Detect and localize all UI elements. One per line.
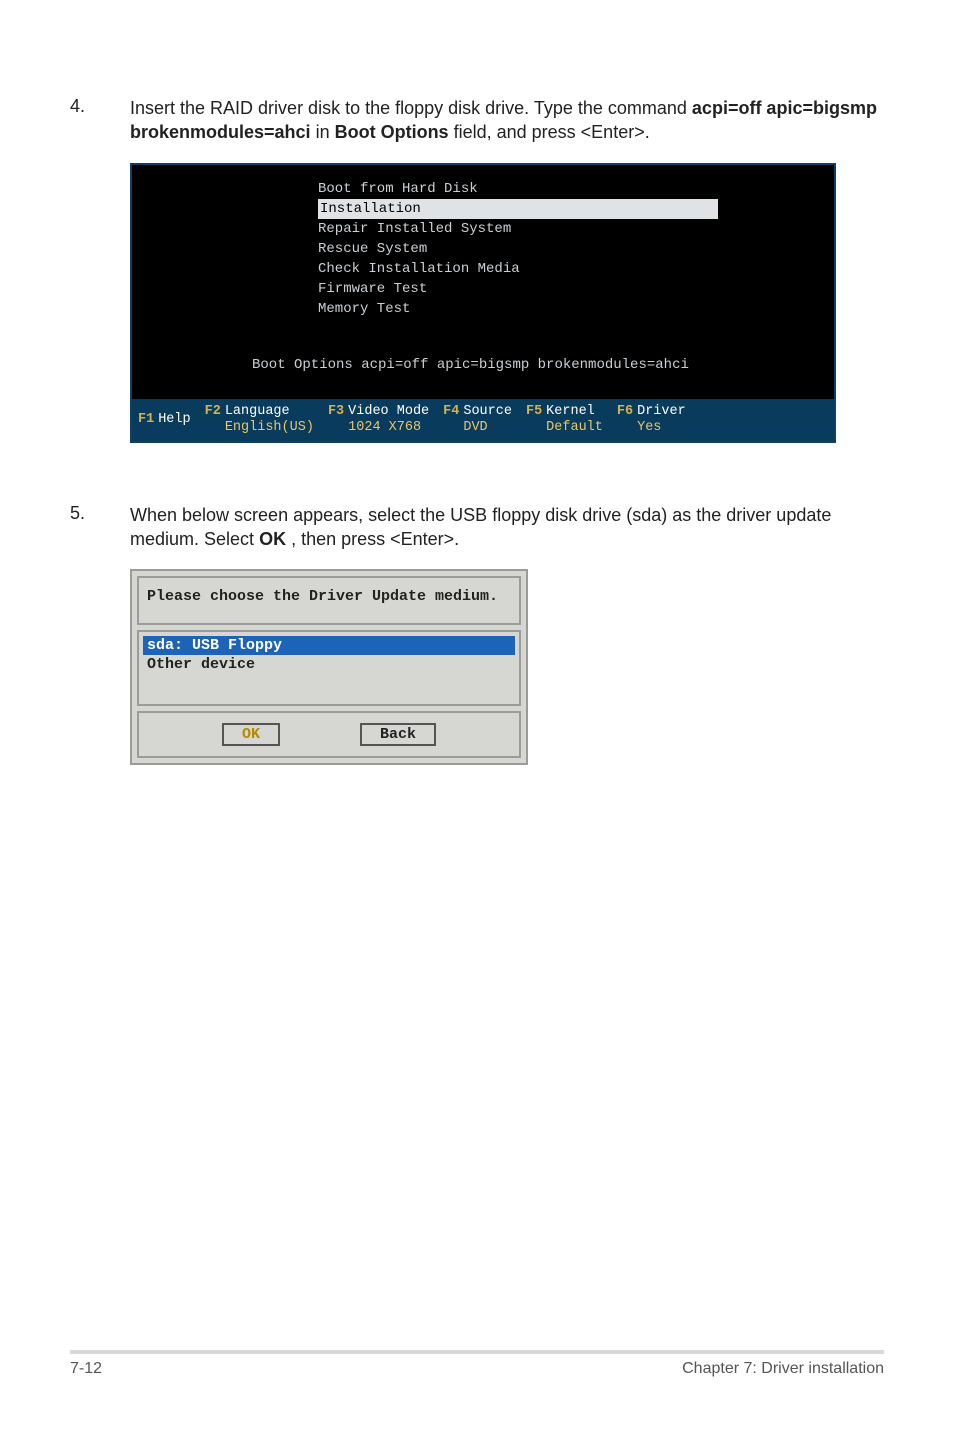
page-footer: 7-12 Chapter 7: Driver installation (70, 1350, 884, 1378)
boot-item[interactable]: Repair Installed System (318, 219, 834, 239)
text: field, and press <Enter>. (454, 122, 650, 142)
fkey-label: Driver (637, 404, 686, 420)
fkey-key: F2 (205, 404, 221, 419)
fkey-label: Video Mode (348, 404, 429, 420)
step-text: Insert the RAID driver disk to the flopp… (130, 96, 884, 145)
boot-item[interactable]: Firmware Test (318, 279, 834, 299)
fkey-key: F4 (443, 404, 459, 419)
boot-item-selected[interactable]: Installation (318, 199, 834, 219)
list-item-selected[interactable]: sda: USB Floppy (143, 636, 515, 655)
fkey-language[interactable]: F2 Language English(US) (205, 404, 314, 436)
driver-update-dialog: Please choose the Driver Update medium. … (130, 569, 528, 765)
fkey-sub: English(US) (225, 420, 314, 436)
boot-item-label: Firmware Test (318, 281, 427, 297)
step-5: 5. When below screen appears, select the… (70, 503, 884, 552)
fkey-sub: 1024 X768 (348, 420, 429, 436)
fkey-label: Source (463, 404, 512, 420)
field-name: Boot Options (335, 122, 449, 142)
fkey-sub: Yes (637, 420, 686, 436)
ok-button[interactable]: OK (222, 723, 280, 746)
fkey-key: F3 (328, 404, 344, 419)
back-button[interactable]: Back (360, 723, 436, 746)
boot-item-label: Installation (318, 199, 718, 219)
fkey-source[interactable]: F4 Source DVD (443, 404, 512, 436)
step-4: 4. Insert the RAID driver disk to the fl… (70, 96, 884, 145)
list-item[interactable]: Other device (143, 655, 515, 674)
ok-bold: OK (259, 529, 286, 549)
fkey-key: F6 (617, 404, 633, 419)
fkey-help[interactable]: F1 Help (138, 412, 191, 428)
boot-item-label: Rescue System (318, 241, 427, 257)
fkey-label: Language (225, 404, 314, 420)
fkey-sub: DVD (463, 420, 512, 436)
step-text: When below screen appears, select the US… (130, 503, 884, 552)
text: Insert the RAID driver disk to the flopp… (130, 98, 692, 118)
boot-menu: Boot from Hard Disk Installation Repair … (132, 179, 834, 319)
text: in (316, 122, 335, 142)
boot-item-label: Check Installation Media (318, 261, 520, 277)
fkey-label: Help (158, 412, 190, 428)
dialog-buttons: OK Back (137, 711, 521, 758)
fkey-video[interactable]: F3 Video Mode 1024 X768 (328, 404, 429, 436)
dialog-title: Please choose the Driver Update medium. (137, 576, 521, 625)
step-number: 5. (70, 503, 130, 552)
text: When below screen appears, select the US… (130, 505, 831, 549)
fkey-key: F5 (526, 404, 542, 419)
boot-item[interactable]: Check Installation Media (318, 259, 834, 279)
boot-item[interactable]: Memory Test (318, 299, 834, 319)
boot-item[interactable]: Boot from Hard Disk (318, 179, 834, 199)
boot-screen: Boot from Hard Disk Installation Repair … (130, 163, 836, 443)
dialog-list: sda: USB Floppy Other device (137, 630, 521, 706)
boot-item[interactable]: Rescue System (318, 239, 834, 259)
page-number: 7-12 (70, 1360, 102, 1378)
boot-item-label: Boot from Hard Disk (318, 181, 478, 197)
fkey-label: Kernel (546, 404, 603, 420)
step-number: 4. (70, 96, 130, 145)
chapter-label: Chapter 7: Driver installation (682, 1360, 884, 1378)
boot-fkey-bar: F1 Help F2 Language English(US) F3 Video… (132, 399, 834, 441)
text: , then press <Enter>. (291, 529, 459, 549)
boot-options-line[interactable]: Boot Options acpi=off apic=bigsmp broken… (132, 355, 834, 375)
fkey-key: F1 (138, 412, 154, 427)
fkey-sub: Default (546, 420, 603, 436)
boot-item-label: Memory Test (318, 301, 410, 317)
fkey-driver[interactable]: F6 Driver Yes (617, 404, 686, 436)
fkey-kernel[interactable]: F5 Kernel Default (526, 404, 603, 436)
boot-item-label: Repair Installed System (318, 221, 511, 237)
